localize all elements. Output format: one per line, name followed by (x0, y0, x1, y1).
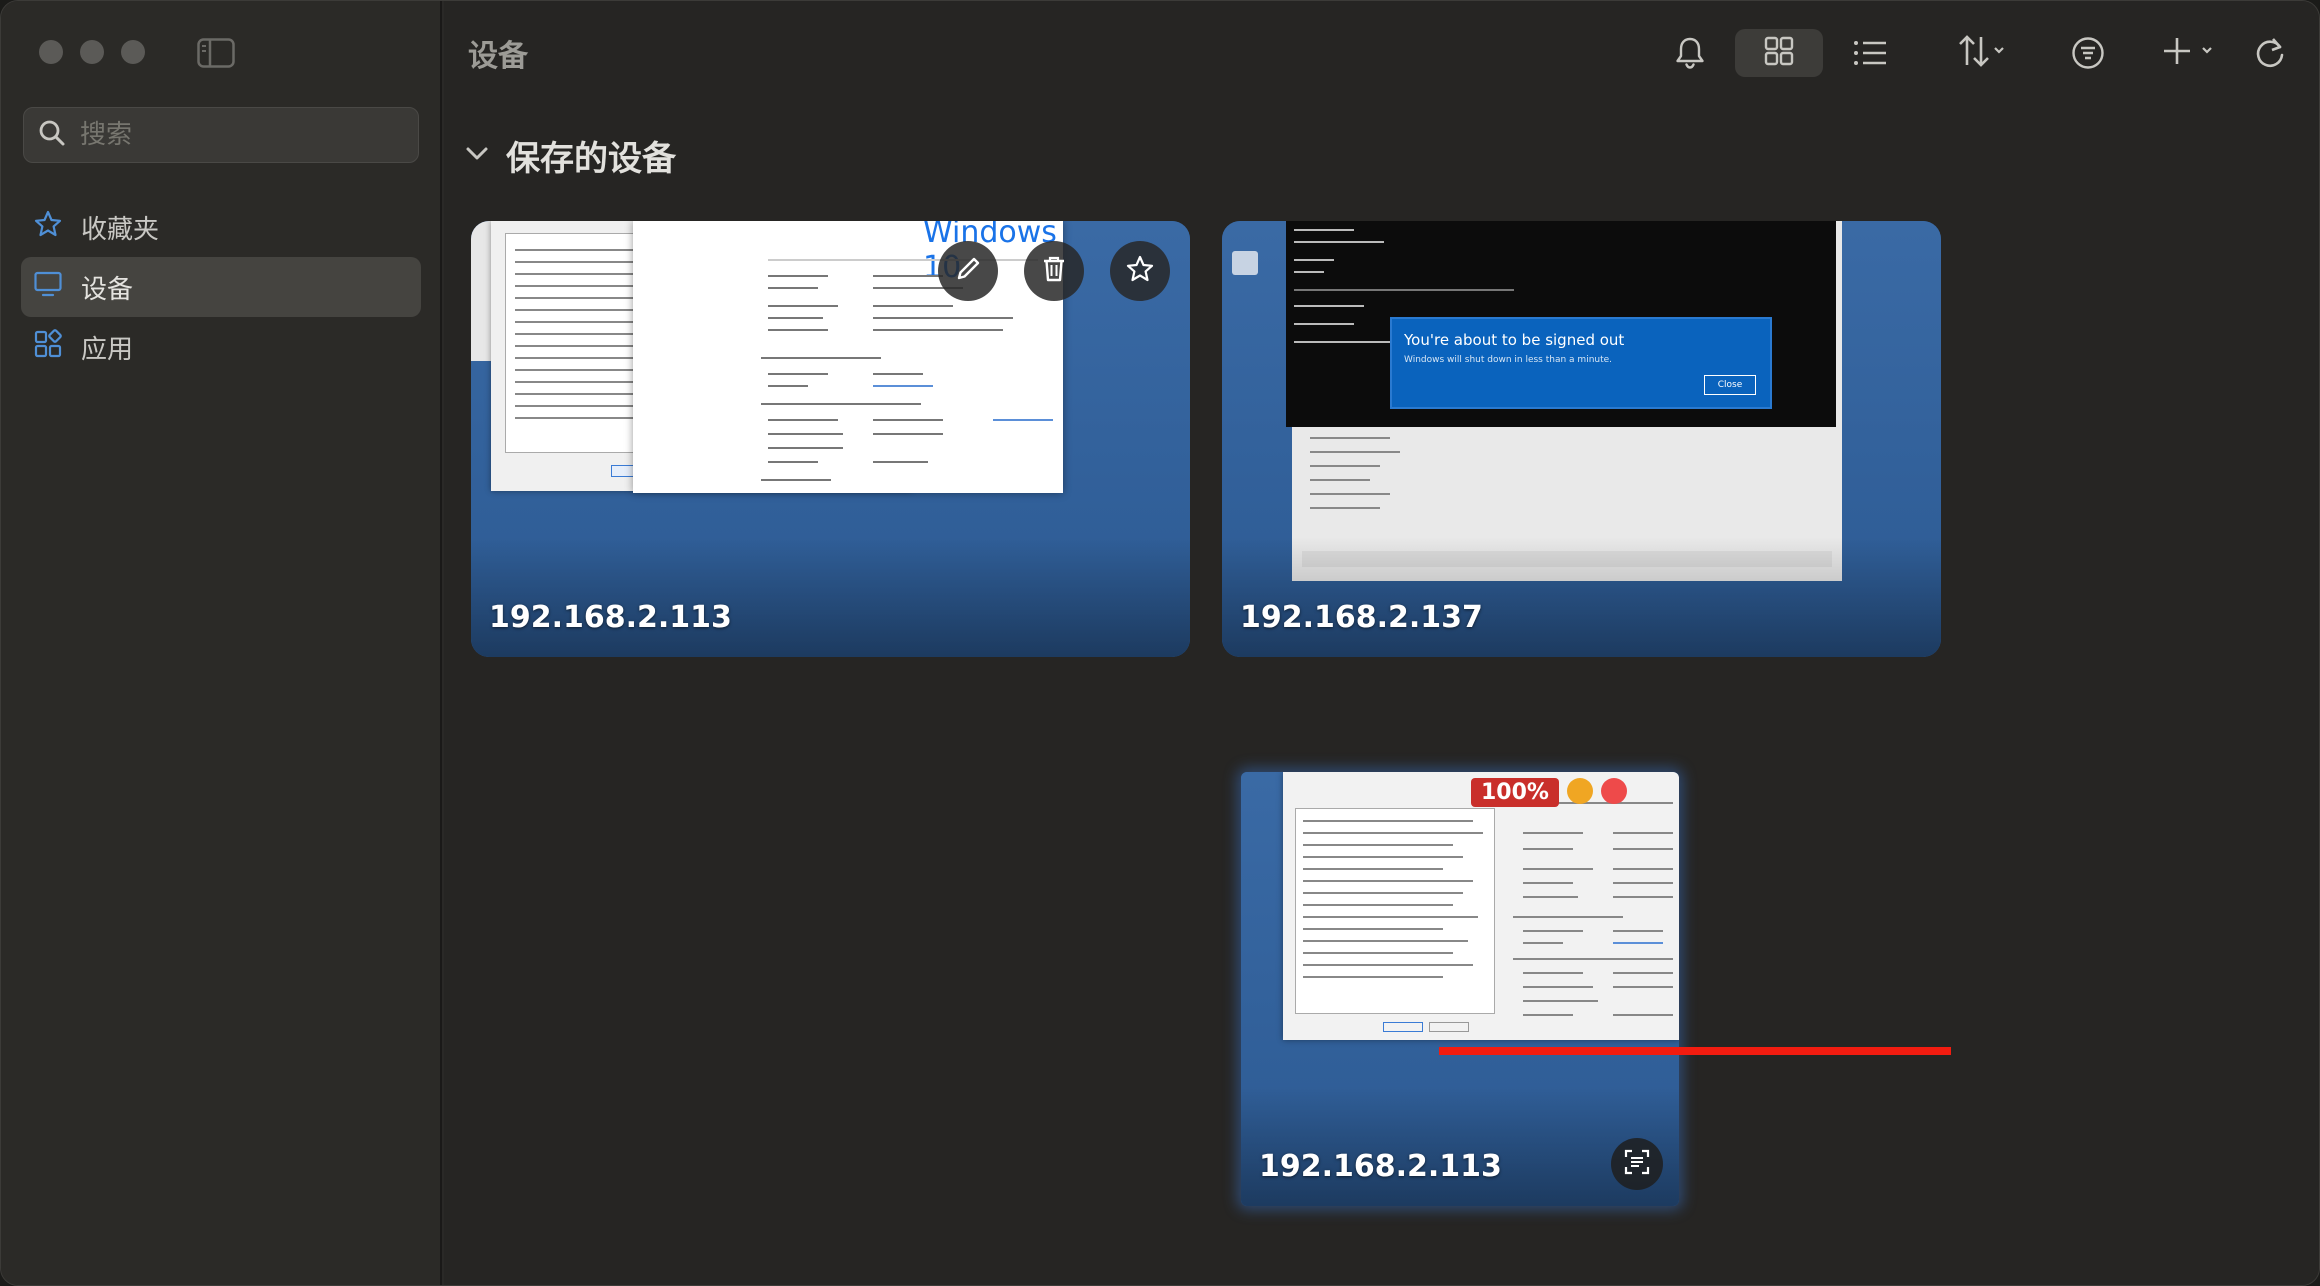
signout-close-button: Close (1704, 375, 1756, 395)
star-icon (1125, 254, 1155, 288)
section-header[interactable]: 保存的设备 (464, 131, 676, 180)
refresh-icon[interactable] (2250, 29, 2290, 77)
edit-button[interactable] (938, 241, 998, 301)
list-view-icon[interactable] (1850, 29, 1890, 77)
apps-icon (33, 328, 81, 366)
scan-text-button[interactable] (1611, 1138, 1663, 1190)
pin-icon[interactable] (1567, 778, 1593, 804)
record-indicator-icon[interactable] (1601, 778, 1627, 804)
device-card[interactable]: You're about to be signed out Windows wi… (1222, 221, 1941, 657)
chevron-down-icon[interactable] (464, 141, 490, 171)
filter-icon[interactable] (2068, 29, 2108, 77)
sidebar-item-label: 设备 (81, 274, 134, 305)
favorite-button[interactable] (1110, 241, 1170, 301)
signout-dialog: You're about to be signed out Windows wi… (1390, 317, 1772, 409)
sidebar-toggle-icon[interactable] (197, 38, 235, 68)
sort-icon (1957, 33, 2007, 73)
toolbar: 设备 (444, 1, 2319, 105)
sidebar-item-label: 应用 (81, 334, 134, 365)
search-box[interactable] (23, 107, 419, 163)
add-button[interactable] (2158, 29, 2224, 77)
add-icon (2161, 34, 2221, 72)
star-icon (33, 209, 81, 246)
sidebar-item-devices[interactable]: 设备 (21, 257, 421, 317)
scan-text-icon (1622, 1147, 1652, 1181)
section-title: 保存的设备 (506, 139, 676, 179)
sidebar: 收藏夹 设备 应用 (1, 1, 442, 1285)
thumbnail-window: Windows 10 (633, 221, 1063, 493)
sidebar-nav: 收藏夹 设备 应用 (21, 197, 421, 377)
main-content: 设备 保存的设备 Windows 192.168.2.113 You're ab… (444, 1, 2319, 1285)
sort-button[interactable] (1944, 29, 2020, 77)
window-controls (39, 40, 145, 64)
page-title: 设备 (468, 39, 528, 74)
device-card[interactable]: Windows 10 (471, 221, 1190, 657)
red-annotation-line (1439, 1047, 1951, 1055)
delete-button[interactable] (1024, 241, 1084, 301)
signout-dialog-text: Windows will shut down in less than a mi… (1404, 355, 1613, 365)
zoom-level-badge: 100% (1471, 778, 1559, 807)
device-card-active[interactable]: 100% 192.168.2.113 (1241, 772, 1679, 1206)
monitor-icon (33, 269, 81, 306)
trash-icon (1039, 254, 1069, 288)
app-window: 收藏夹 设备 应用 设备 (0, 0, 2320, 1286)
sidebar-item-label: 收藏夹 (81, 214, 160, 245)
device-label: 192.168.2.137 (1240, 600, 1483, 635)
sidebar-item-apps[interactable]: 应用 (21, 317, 421, 377)
thumbnail-window (1283, 772, 1679, 1040)
zoom-window-button[interactable] (121, 40, 145, 64)
bell-icon[interactable] (1670, 29, 1710, 77)
grid-view-button[interactable] (1735, 29, 1823, 77)
minimize-window-button[interactable] (80, 40, 104, 64)
pencil-icon (953, 254, 983, 288)
sidebar-item-favorites[interactable]: 收藏夹 (21, 197, 421, 257)
device-label: 192.168.2.113 (1259, 1149, 1502, 1184)
recycle-bin-icon (1232, 251, 1258, 275)
search-input[interactable] (66, 108, 418, 162)
device-label: 192.168.2.113 (489, 600, 732, 635)
close-window-button[interactable] (39, 40, 63, 64)
signout-dialog-title: You're about to be signed out (1404, 331, 1625, 349)
grid-view-icon (1763, 35, 1795, 71)
search-icon (38, 119, 66, 151)
